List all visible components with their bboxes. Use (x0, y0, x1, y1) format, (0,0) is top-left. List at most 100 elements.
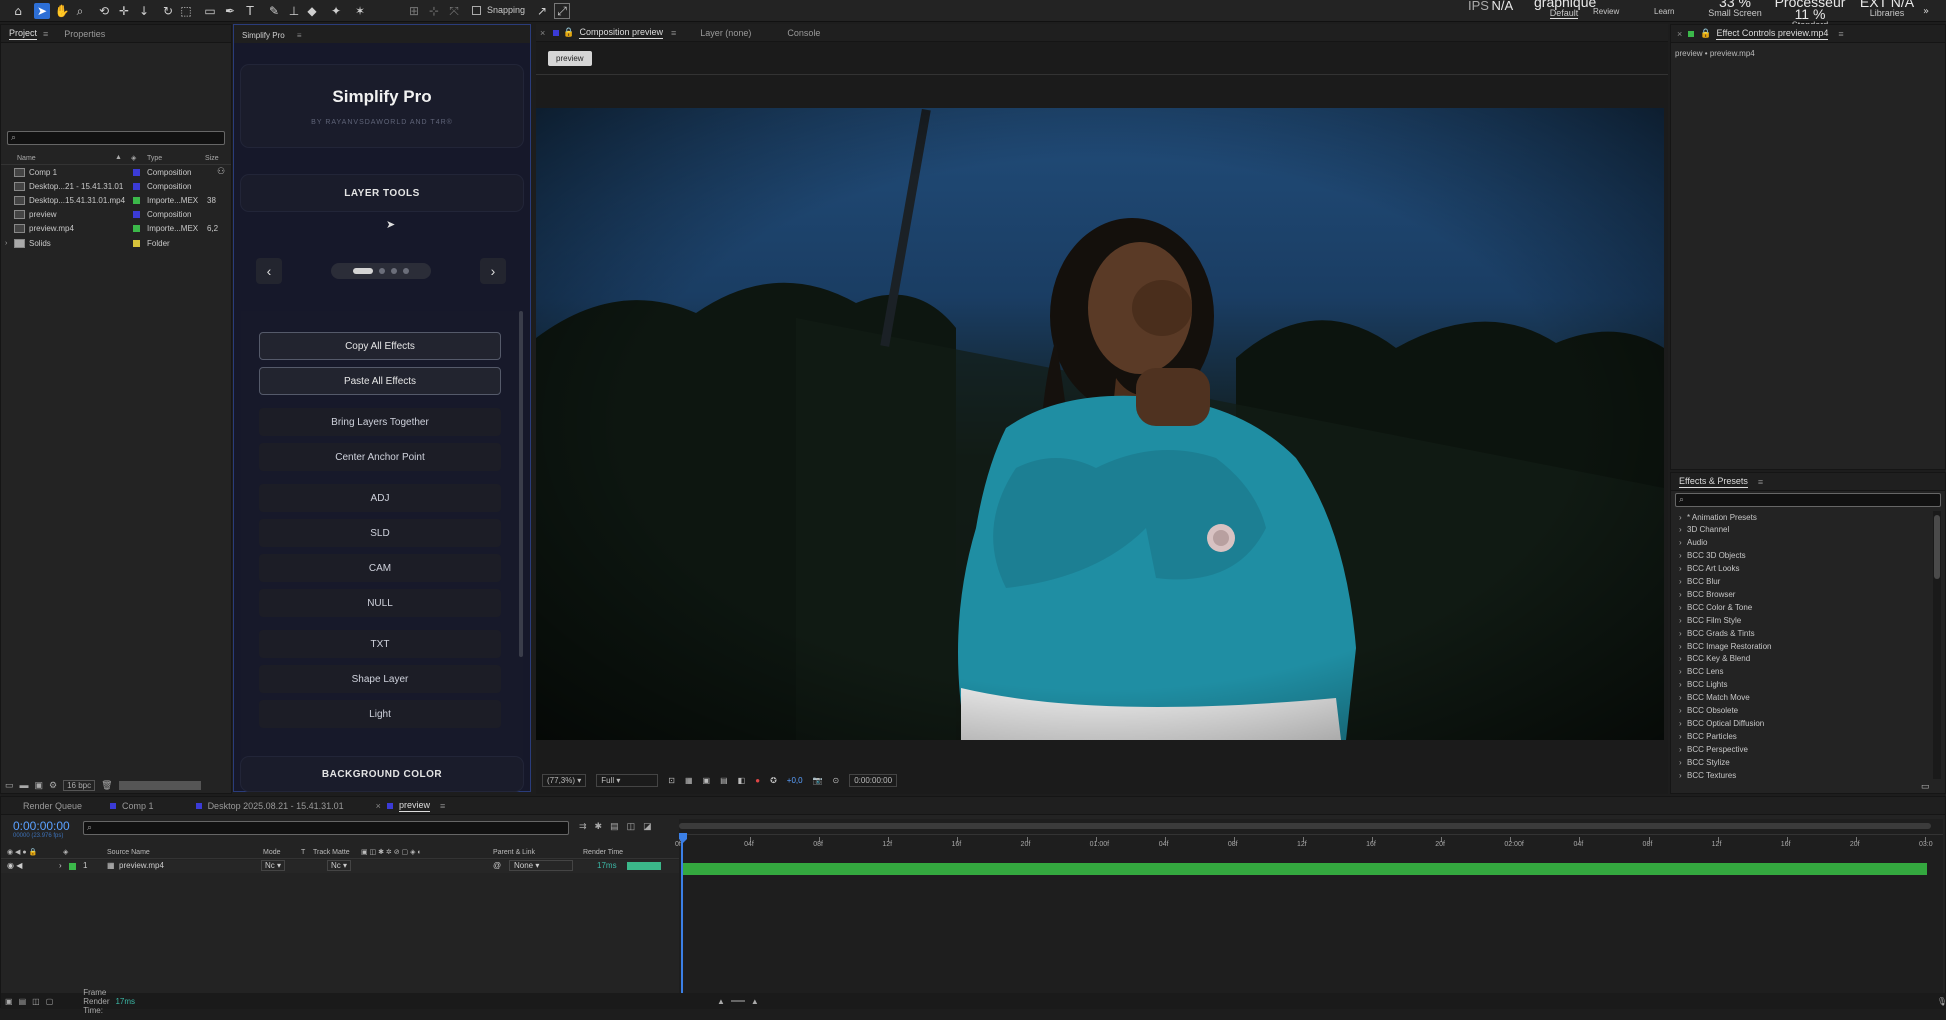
column-parent-link[interactable]: Parent & Link (493, 849, 535, 856)
close-icon[interactable]: × (376, 801, 381, 811)
timeline-search-input[interactable]: ⌕ (83, 821, 569, 835)
show-snapshot-icon[interactable]: ⊙ (833, 776, 840, 785)
video-frame[interactable] (536, 108, 1664, 740)
time-navigator[interactable] (679, 819, 1943, 835)
layer-parent-select[interactable]: None ▾ (509, 860, 573, 871)
close-icon[interactable]: × (1677, 29, 1682, 39)
effect-category-item[interactable]: › BCC 3D Objects (1679, 550, 1746, 562)
draft-3d-icon[interactable]: ✱ (595, 821, 603, 832)
bring-layers-together-button[interactable]: Bring Layers Together (259, 408, 501, 436)
anchor-tool-icon[interactable]: ⬚ (178, 3, 194, 19)
effects-scrollbar-thumb[interactable] (1934, 515, 1940, 579)
lock-icon[interactable]: 🔒 (1700, 28, 1711, 39)
layer-name[interactable]: preview.mp4 (119, 861, 164, 870)
next-page-button[interactable]: › (480, 258, 506, 284)
effect-category-item[interactable]: › BCC Stylize (1679, 756, 1730, 768)
workspace-small-screen[interactable]: 33 % Small Screen (1700, 0, 1770, 18)
timeline-timecode[interactable]: 0:00:00:00 (13, 819, 70, 833)
column-name[interactable]: Name (17, 155, 36, 162)
tab-properties[interactable]: Properties (64, 29, 105, 39)
page-dot[interactable] (403, 268, 409, 274)
move-tool-icon[interactable]: ✛ (116, 3, 132, 19)
new-folder-icon[interactable]: ▬ (20, 780, 29, 790)
channel-icon[interactable]: ◧ (738, 776, 746, 785)
thumbnail-slider[interactable] (118, 780, 201, 790)
paste-all-effects-button[interactable]: Paste All Effects (259, 367, 501, 395)
comp-mini-flowchart-icon[interactable]: ⇉ (579, 821, 587, 832)
snap-options-icon[interactable]: ↗ (534, 3, 550, 19)
effect-category-item[interactable]: › BCC Perspective (1679, 743, 1748, 755)
rectangle-tool-icon[interactable]: ▭ (202, 3, 218, 19)
roto-brush-icon[interactable]: ✦ (328, 3, 344, 19)
effect-category-item[interactable]: › BCC Color & Tone (1679, 601, 1752, 613)
dolly-tool-icon[interactable]: ↓ (136, 3, 152, 19)
page-dot[interactable] (391, 268, 397, 274)
align-icon[interactable]: ⊞ (406, 3, 422, 19)
timeline-track-area[interactable]: 0f 04f 08f 12f 16f 20f 01:00f 04f 08f 12f 16f 20f 02… (675, 819, 1943, 1007)
expand-icon[interactable]: ⤢ (554, 3, 570, 19)
brush-tool-icon[interactable]: ✎ (266, 3, 282, 19)
tab-effect-controls[interactable]: Effect Controls preview.mp4 (1716, 28, 1829, 40)
project-item[interactable]: Desktop...15.41.31.01.mp4 Importe...MEX 38 (1, 193, 231, 207)
effect-category-item[interactable]: › Audio (1679, 537, 1707, 549)
hand-tool-icon[interactable]: ✋ (54, 3, 70, 19)
prev-page-button[interactable]: ‹ (256, 258, 282, 284)
bpc-button[interactable]: 16 bpc (63, 779, 96, 791)
adj-button[interactable]: ADJ (259, 484, 501, 512)
transparency-grid-icon[interactable]: ▦ (685, 776, 693, 785)
axis-icon[interactable]: ⊹ (426, 3, 442, 19)
zoom-in-icon[interactable]: ▲ (751, 997, 759, 1006)
effect-category-item[interactable]: › BCC Match Move (1679, 692, 1750, 704)
tab-console[interactable]: Console (787, 28, 820, 38)
tab-desktop-comp[interactable]: Desktop 2025.08.21 - 15.41.31.01 (208, 801, 344, 811)
settings-icon[interactable]: ⚙ (49, 780, 57, 791)
motion-blur-icon[interactable]: ◪ (643, 821, 652, 832)
region-of-interest-icon[interactable]: ⊡ (668, 776, 675, 785)
current-time-field[interactable]: 0:00:00:00 (849, 773, 898, 787)
world-axis-icon[interactable]: ⤧ (446, 3, 462, 19)
exposure-reset-icon[interactable]: ✪ (770, 776, 777, 785)
tab-composition-preview[interactable]: Composition preview (579, 27, 664, 39)
tools-scrollbar[interactable] (519, 311, 523, 657)
zoom-out-icon[interactable]: ▲ (717, 997, 725, 1006)
flowchart-icon[interactable]: ⚇ (217, 166, 225, 177)
label-color-swatch[interactable] (133, 211, 140, 219)
tab-layer[interactable]: Layer (none) (700, 28, 751, 38)
tab-preview[interactable]: preview (398, 800, 430, 812)
label-color-swatch[interactable] (133, 168, 140, 176)
orbit-tool-icon[interactable]: ⟲ (96, 3, 112, 19)
shy-layers-icon[interactable]: ▤ (610, 821, 619, 832)
expand-arrow-icon[interactable]: › (5, 240, 7, 247)
project-search-input[interactable]: ⌕ (7, 131, 225, 145)
frame-blending-icon[interactable]: ◫ (627, 821, 636, 832)
effect-category-item[interactable]: › BCC Browser (1679, 588, 1735, 600)
time-ruler[interactable]: 0f 04f 08f 12f 16f 20f 01:00f 04f 08f 12f 16f 20f 02… (675, 837, 1943, 851)
puppet-tool-icon[interactable]: ✶ (352, 3, 368, 19)
layer-mode-select[interactable]: Nc ▾ (261, 860, 286, 871)
lock-icon[interactable]: 🔒 (563, 27, 574, 38)
tab-comp-1[interactable]: Comp 1 (122, 801, 154, 811)
pickwhip-icon[interactable]: @ (493, 861, 501, 870)
column-render-time[interactable]: Render Time (583, 849, 623, 856)
color-management-icon[interactable]: ● (755, 776, 760, 785)
label-color-swatch[interactable] (133, 239, 140, 247)
layer-duration-bar[interactable] (681, 863, 1927, 875)
sld-button[interactable]: SLD (259, 519, 501, 547)
effect-category-item[interactable]: › BCC Blur (1679, 576, 1720, 588)
preview-subtab[interactable]: preview (548, 51, 592, 66)
panel-menu-icon[interactable]: ≡ (1758, 477, 1763, 487)
new-composition-icon[interactable]: ▣ (35, 780, 44, 791)
tab-render-queue[interactable]: Render Queue (23, 801, 82, 811)
more-workspaces-icon[interactable]: » (1918, 3, 1934, 19)
column-track-matte[interactable]: Track Matte (313, 849, 350, 856)
snapshot-icon[interactable]: 📷 (813, 776, 823, 785)
shape-layer-button[interactable]: Shape Layer (259, 665, 501, 693)
in-out-toggle-icon[interactable]: ◫ (32, 997, 40, 1006)
effect-category-item[interactable]: › BCC Optical Diffusion (1679, 717, 1764, 729)
expand-layer-icon[interactable]: › (59, 861, 62, 870)
null-button[interactable]: NULL (259, 589, 501, 617)
effect-category-item[interactable]: › 3D Channel (1679, 524, 1729, 536)
column-type[interactable]: Type (147, 155, 162, 162)
column-size[interactable]: Size (205, 155, 219, 162)
txt-button[interactable]: TXT (259, 630, 501, 658)
